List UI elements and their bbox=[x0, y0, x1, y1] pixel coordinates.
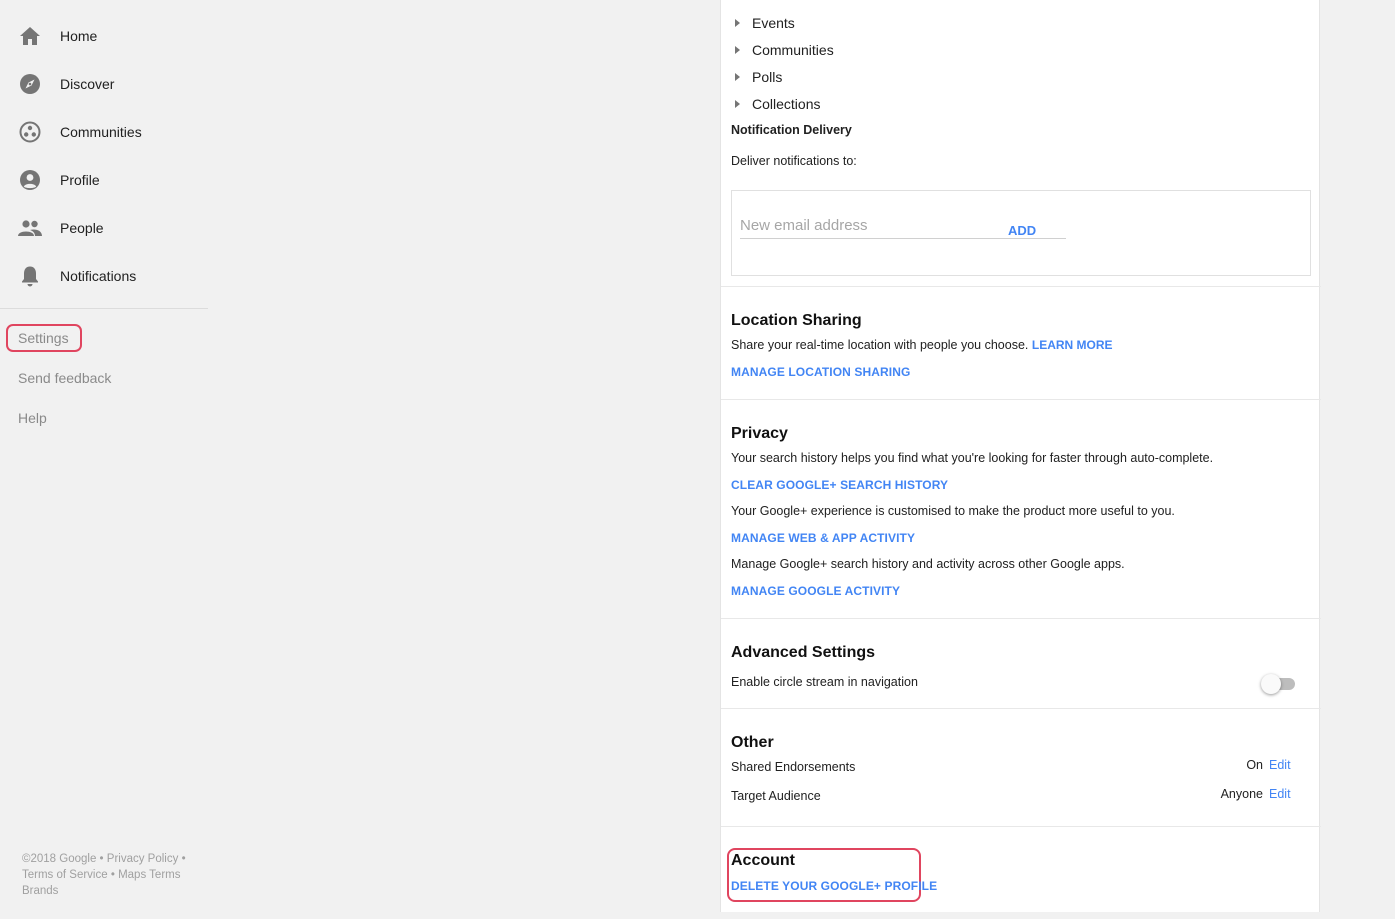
manage-location-sharing-link[interactable]: MANAGE LOCATION SHARING bbox=[731, 365, 910, 379]
profile-icon bbox=[18, 168, 42, 192]
tree-item-label: Events bbox=[752, 15, 795, 31]
tree-item-label: Communities bbox=[752, 42, 834, 58]
nav-people-label: People bbox=[60, 220, 104, 236]
settings-link[interactable]: Settings bbox=[18, 330, 69, 346]
tree-item-label: Collections bbox=[752, 96, 821, 112]
maps-terms-link[interactable]: Maps Terms bbox=[118, 869, 180, 881]
send-feedback-link[interactable]: Send feedback bbox=[18, 370, 111, 386]
nav-notifications[interactable]: Notifications bbox=[0, 256, 208, 296]
caret-right-icon bbox=[735, 46, 740, 54]
other-title: Other bbox=[731, 734, 774, 751]
sidebar: Home Discover Communities Profile People… bbox=[0, 0, 208, 919]
tree-item-communities[interactable]: Communities bbox=[735, 40, 834, 60]
home-icon bbox=[18, 24, 42, 48]
footer-sep: • bbox=[110, 869, 115, 881]
communities-icon bbox=[18, 120, 42, 144]
tree-item-label: Polls bbox=[752, 69, 783, 85]
caret-right-icon bbox=[735, 73, 740, 81]
nav-notifications-label: Notifications bbox=[60, 268, 137, 284]
manage-web-app-activity-link[interactable]: MANAGE WEB & APP ACTIVITY bbox=[731, 531, 915, 545]
edit-endorsements-link[interactable]: Edit bbox=[1269, 758, 1291, 772]
notification-delivery-heading: Notification Delivery bbox=[731, 123, 852, 137]
edit-audience-link[interactable]: Edit bbox=[1269, 787, 1291, 801]
caret-right-icon bbox=[735, 19, 740, 27]
privacy-desc-1: Your search history helps you find what … bbox=[731, 451, 1214, 465]
caret-right-icon bbox=[735, 100, 740, 108]
nav-discover-label: Discover bbox=[60, 76, 115, 92]
nav-home[interactable]: Home bbox=[0, 16, 208, 56]
tree-item-events[interactable]: Events bbox=[735, 13, 795, 33]
copyright-text: ©2018 Google bbox=[22, 853, 97, 865]
circle-stream-toggle[interactable] bbox=[1261, 674, 1297, 694]
privacy-desc-2: Your Google+ experience is customised to… bbox=[731, 504, 1175, 518]
target-audience-label: Target Audience bbox=[731, 789, 821, 803]
nav-home-label: Home bbox=[60, 28, 98, 44]
bell-icon bbox=[18, 264, 42, 288]
terms-of-service-link[interactable]: Terms of Service bbox=[22, 869, 108, 881]
clear-search-history-link[interactable]: CLEAR GOOGLE+ SEARCH HISTORY bbox=[731, 478, 948, 492]
help-link[interactable]: Help bbox=[18, 410, 47, 426]
privacy-policy-link[interactable]: Privacy Policy bbox=[107, 853, 179, 865]
toggle-thumb bbox=[1261, 674, 1281, 694]
nav-people[interactable]: People bbox=[0, 208, 208, 248]
manage-google-activity-link[interactable]: MANAGE GOOGLE ACTIVITY bbox=[731, 584, 900, 598]
tree-item-collections[interactable]: Collections bbox=[735, 94, 820, 114]
shared-endorsements-label: Shared Endorsements bbox=[731, 760, 856, 774]
privacy-title: Privacy bbox=[731, 425, 788, 442]
email-entry-box: ADD bbox=[731, 190, 1311, 276]
sidebar-footer: ©2018 Google • Privacy Policy • Terms of… bbox=[22, 851, 202, 899]
circle-stream-label: Enable circle stream in navigation bbox=[731, 675, 918, 689]
compass-icon bbox=[18, 72, 42, 96]
privacy-desc-3: Manage Google+ search history and activi… bbox=[731, 557, 1125, 571]
section-divider bbox=[721, 826, 1321, 827]
settings-panel: Events Communities Polls Collections Not… bbox=[720, 0, 1321, 912]
section-divider bbox=[721, 399, 1321, 400]
section-divider bbox=[721, 286, 1321, 287]
shared-endorsements-value: On bbox=[1246, 758, 1263, 772]
target-audience-value: Anyone bbox=[1220, 787, 1263, 801]
learn-more-link[interactable]: LEARN MORE bbox=[1032, 338, 1113, 352]
nav-profile[interactable]: Profile bbox=[0, 160, 208, 200]
nav-communities[interactable]: Communities bbox=[0, 112, 208, 152]
section-divider bbox=[721, 618, 1321, 619]
tree-item-polls[interactable]: Polls bbox=[735, 67, 782, 87]
brands-link[interactable]: Brands bbox=[22, 885, 58, 897]
sidebar-divider bbox=[0, 308, 208, 309]
nav-discover[interactable]: Discover bbox=[0, 64, 208, 104]
advanced-settings-title: Advanced Settings bbox=[731, 644, 876, 661]
deliver-to-label: Deliver notifications to: bbox=[731, 154, 857, 168]
location-sharing-desc: Share your real-time location with peopl… bbox=[731, 338, 1113, 352]
footer-sep: • bbox=[99, 853, 104, 865]
people-icon bbox=[18, 216, 42, 240]
account-title: Account bbox=[731, 852, 795, 869]
new-email-input[interactable] bbox=[740, 213, 1008, 239]
location-desc-text: Share your real-time location with peopl… bbox=[731, 338, 1029, 352]
add-email-button[interactable]: ADD bbox=[1008, 223, 1036, 238]
footer-sep: • bbox=[181, 853, 186, 865]
delete-profile-link[interactable]: DELETE YOUR GOOGLE+ PROFILE bbox=[731, 879, 937, 893]
location-sharing-title: Location Sharing bbox=[731, 312, 862, 329]
nav-profile-label: Profile bbox=[60, 172, 100, 188]
section-divider bbox=[721, 708, 1321, 709]
nav-communities-label: Communities bbox=[60, 124, 142, 140]
add-underline bbox=[1000, 238, 1066, 239]
